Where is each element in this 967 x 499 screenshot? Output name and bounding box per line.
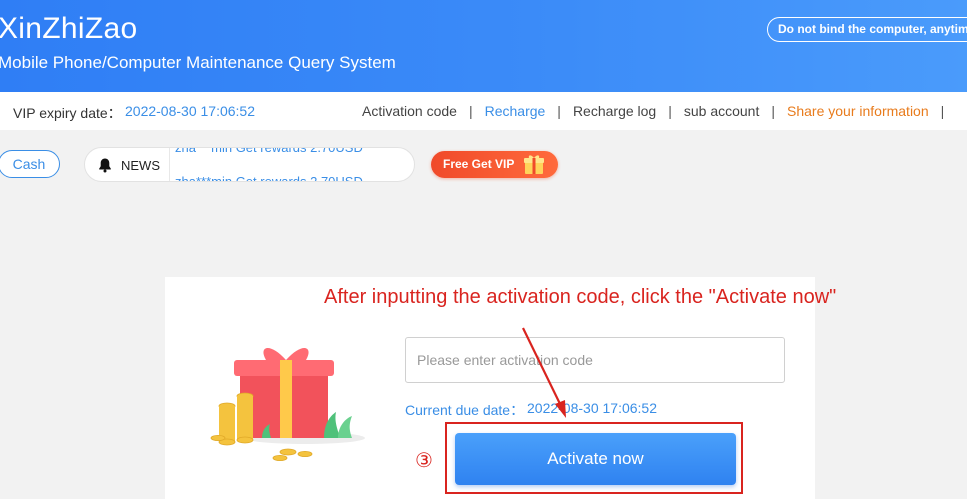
pointer-arrow (522, 327, 566, 418)
